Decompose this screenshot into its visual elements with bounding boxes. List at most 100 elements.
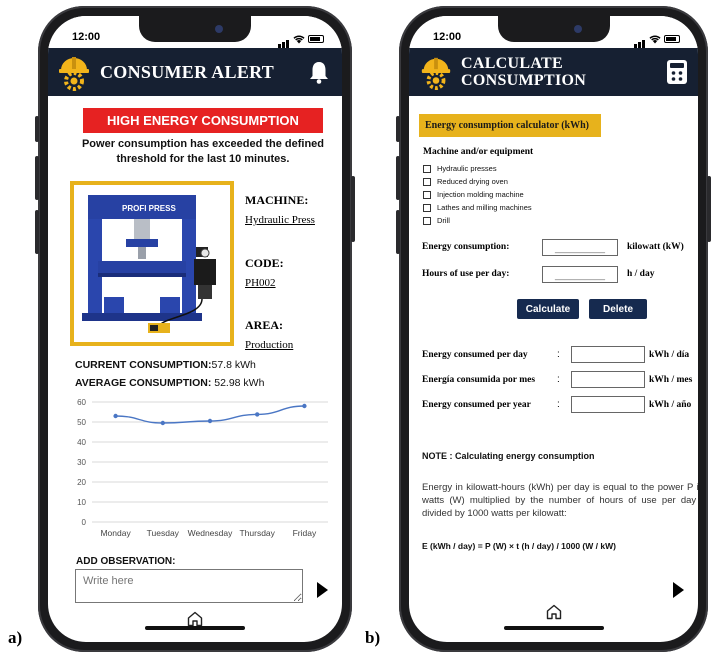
hours-of-use-unit: h / day — [627, 269, 655, 279]
app-header: CALCULATE CONSUMPTION — [409, 48, 698, 96]
result-label-year: Energy consumed per year — [422, 400, 531, 410]
machine-option-label: Drill — [437, 216, 450, 225]
result-field-year — [571, 396, 645, 413]
data-point — [207, 418, 213, 424]
average-consumption: AVERAGE CONSUMPTION: 52.98 kWh — [75, 377, 264, 389]
code-value: PH002 — [245, 277, 276, 289]
current-consumption-value: 57.8 kWh — [211, 359, 256, 371]
result-label-day: Energy consumed per day — [422, 350, 528, 360]
machine-label: MACHINE: — [245, 193, 309, 207]
machines-title: Machine and/or equipment — [423, 147, 534, 157]
hours-of-use-label: Hours of use per day: — [422, 269, 510, 279]
calculate-button[interactable]: Calculate — [517, 299, 579, 319]
hours-of-use-input[interactable]: __________ — [542, 266, 618, 283]
panel-label-a: a) — [8, 628, 23, 647]
x-tick-label: Wednesday — [188, 528, 233, 538]
home-indicator[interactable] — [145, 626, 245, 630]
status-time: 12:00 — [72, 31, 101, 43]
data-point — [160, 420, 165, 426]
calculator-section-label: Energy consumption calculator (kWh) — [419, 114, 601, 137]
next-arrow-icon[interactable] — [673, 582, 684, 598]
x-tick-label: Friday — [293, 528, 317, 538]
delete-button[interactable]: Delete — [589, 299, 647, 319]
next-arrow-icon[interactable] — [317, 582, 328, 598]
machine-option-label: Hydraulic presses — [437, 164, 497, 173]
checkbox[interactable] — [423, 177, 431, 186]
machine-option-label: Lathes and milling machines — [437, 203, 532, 212]
machine-option-2[interactable]: Injection molding machine — [423, 190, 524, 199]
machine-option-4[interactable]: Drill — [423, 216, 450, 225]
worker-helmet-gear-icon — [59, 57, 89, 91]
machine-option-label: Reduced drying oven — [437, 177, 508, 186]
x-tick-label: Thursday — [239, 528, 275, 538]
y-tick-label: 10 — [77, 498, 86, 507]
machine-option-3[interactable]: Lathes and milling machines — [423, 203, 532, 212]
energy-consumption-input[interactable]: __________ — [542, 239, 618, 256]
phone-a: 12:00 CONSUMER ALERT HIGH ENERGY CONSUMP… — [35, 6, 355, 652]
energy-formula: E (kWh / day) = P (W) × t (h / day) / 10… — [422, 541, 616, 551]
machine-option-label: Injection molding machine — [437, 190, 524, 199]
machine-option-0[interactable]: Hydraulic presses — [423, 164, 497, 173]
observation-label: ADD OBSERVATION: — [76, 556, 176, 567]
result-unit-month: kWh / mes — [649, 375, 693, 385]
battery-icon — [308, 35, 324, 43]
average-consumption-value: 52.98 kWh — [214, 377, 265, 389]
energy-consumption-label: Energy consumption: — [422, 242, 510, 252]
home-indicator[interactable] — [503, 626, 604, 630]
current-consumption-label: CURRENT CONSUMPTION: — [75, 359, 212, 371]
calculator-icon[interactable] — [666, 59, 688, 85]
y-tick-label: 60 — [77, 398, 86, 407]
result-label-month: Energía consumida por mes — [422, 375, 536, 385]
checkbox[interactable] — [423, 203, 431, 212]
wifi-icon — [293, 34, 305, 43]
machine-option-1[interactable]: Reduced drying oven — [423, 177, 508, 186]
data-point — [302, 403, 307, 409]
battery-icon — [664, 35, 680, 43]
phone-b: 12:00 CALCULATE CONSUMPTION Energy consu… — [396, 6, 711, 652]
signal-icon — [278, 30, 290, 48]
alert-message: Power consumption has exceeded the defin… — [81, 138, 325, 165]
code-label: CODE: — [245, 256, 284, 270]
result-unit-day: kWh / día — [649, 350, 690, 360]
page-title-line1: CALCULATE — [461, 55, 563, 72]
app-header: CONSUMER ALERT — [48, 48, 342, 96]
observation-input[interactable] — [75, 569, 303, 603]
energy-consumption-unit: kilowatt (kW) — [627, 242, 684, 252]
y-tick-label: 50 — [77, 418, 86, 427]
checkbox[interactable] — [423, 216, 431, 225]
hydraulic-press-image: PROFI PRESS — [74, 185, 230, 342]
checkbox[interactable] — [423, 164, 431, 173]
worker-helmet-gear-icon — [421, 57, 451, 90]
status-icons — [278, 30, 324, 48]
figure-stage: a) b) 12:00 CONSUMER ALERT HIGH ENERGY C… — [0, 0, 711, 655]
note-title: NOTE : Calculating energy consumption — [422, 451, 595, 461]
page-title: CONSUMER ALERT — [100, 61, 275, 82]
page-title: CALCULATE CONSUMPTION — [461, 55, 586, 89]
wifi-icon — [649, 34, 661, 43]
current-consumption: CURRENT CONSUMPTION:57.8 kWh — [75, 359, 256, 371]
consumption-chart: 0 10 20 30 40 50 60 Monday Tuesday Wednesday Thurs… — [66, 396, 336, 546]
area-value: Production — [245, 339, 294, 351]
result-field-month — [571, 371, 645, 388]
signal-icon — [634, 30, 646, 48]
home-icon[interactable] — [545, 603, 563, 621]
phone-b-screen: 12:00 CALCULATE CONSUMPTION Energy consu… — [409, 16, 698, 642]
machine-photo-label: PROFI PRESS — [122, 204, 176, 213]
consumption-line-chart: 0 10 20 30 40 50 60 Monday Tuesday Wednesday Thurs… — [77, 398, 328, 538]
status-icons — [634, 30, 680, 48]
checkbox[interactable] — [423, 190, 431, 199]
machine-photo: PROFI PRESS — [70, 181, 234, 346]
y-tick-label: 0 — [82, 518, 87, 527]
panel-label-b: b) — [365, 628, 381, 647]
data-point — [113, 413, 118, 419]
bell-icon[interactable] — [308, 60, 330, 84]
average-consumption-label: AVERAGE CONSUMPTION: — [75, 377, 212, 389]
y-tick-label: 30 — [77, 458, 86, 467]
result-unit-year: kWh / año — [649, 400, 692, 410]
y-tick-label: 20 — [77, 478, 86, 487]
phone-a-screen: 12:00 CONSUMER ALERT HIGH ENERGY CONSUMP… — [48, 16, 342, 642]
y-tick-label: 40 — [77, 438, 86, 447]
x-tick-label: Tuesday — [147, 528, 180, 538]
status-time: 12:00 — [433, 31, 462, 43]
area-label: AREA: — [245, 318, 283, 332]
